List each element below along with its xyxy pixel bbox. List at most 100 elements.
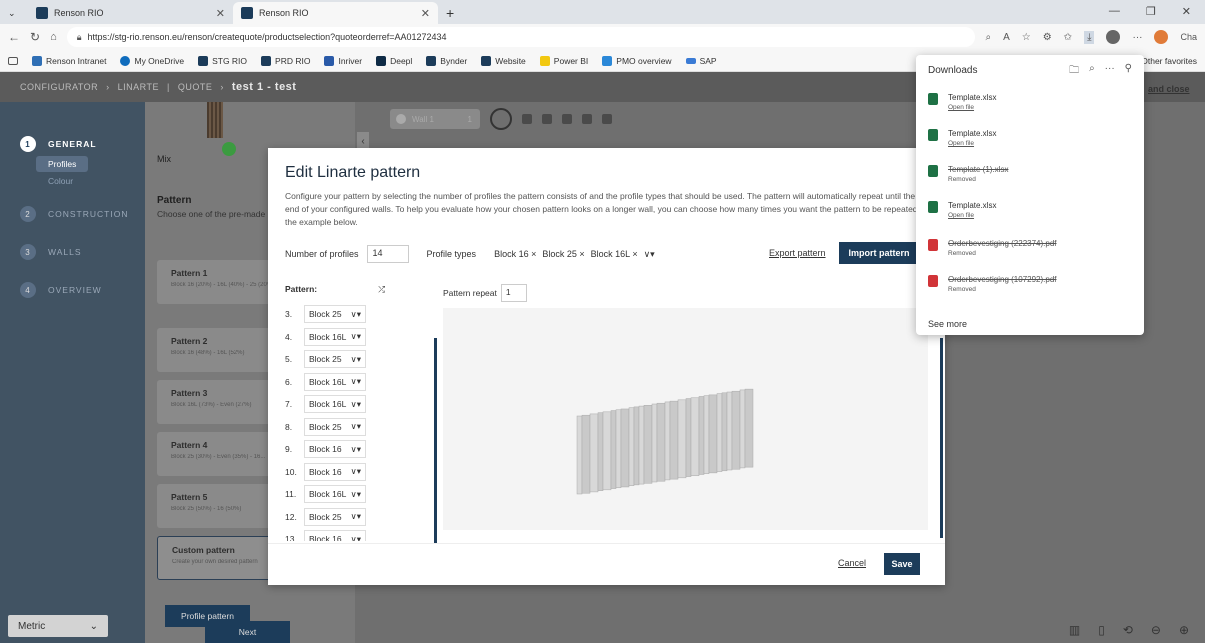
bookmark-renson-intranet[interactable]: Renson Intranet — [32, 55, 106, 66]
bookmark-bynder[interactable]: Bynder — [426, 55, 467, 66]
download-item[interactable]: Template.xlsx Open file — [928, 93, 1128, 111]
export-pattern-link[interactable]: Export pattern — [769, 248, 826, 258]
close-tab-icon[interactable]: ✕ — [216, 7, 225, 20]
cube-view-icon[interactable] — [522, 114, 532, 124]
breadcrumb-linarte[interactable]: LINARTE — [118, 82, 159, 92]
profile-type-select[interactable]: Block 16 ∨▾ — [304, 530, 366, 541]
download-item[interactable]: Template.xlsx Open file — [928, 201, 1128, 219]
browser-tab-active[interactable]: Renson RIO ✕ — [233, 2, 438, 24]
iso-view-icon[interactable] — [602, 114, 612, 124]
sidebar-item-colour[interactable]: Colour — [36, 173, 85, 189]
profile-type-select[interactable]: Block 16L ∨▾ — [304, 372, 366, 391]
url-field[interactable]: 🔒︎ https://stg-rio.renson.eu/renson/crea… — [66, 27, 976, 47]
close-window-icon[interactable]: ✕ — [1182, 5, 1191, 18]
view-3d-icon[interactable] — [490, 108, 512, 130]
bookmark-power-bi[interactable]: Power BI — [539, 55, 588, 66]
zoom-in-icon[interactable]: ⊕ — [1179, 623, 1189, 637]
profile-type-select[interactable]: Block 16L ∨▾ — [304, 327, 366, 346]
profile-types-select[interactable]: Block 16 × Block 25 × Block 16L × ∨▾ — [494, 249, 655, 260]
more-icon[interactable]: ··· — [1132, 32, 1142, 43]
bookmark-inriver[interactable]: Inriver — [324, 55, 362, 66]
copilot-icon[interactable] — [1154, 30, 1169, 44]
save-button[interactable]: Save — [884, 553, 920, 575]
zoom-icon[interactable]: ⌕ — [985, 32, 991, 43]
front-view-icon[interactable] — [542, 114, 552, 124]
profile-type-select[interactable]: Block 16 ∨▾ — [304, 462, 366, 481]
downloads-icon[interactable]: ⤓ — [1084, 30, 1095, 44]
zoom-out-icon[interactable]: ⊖ — [1151, 623, 1161, 637]
more-icon[interactable]: ··· — [1105, 63, 1115, 80]
save-and-close-link[interactable]: and close — [1148, 84, 1190, 94]
profile-avatar[interactable] — [1106, 30, 1121, 44]
see-more-link[interactable]: See more — [928, 319, 967, 329]
download-item[interactable]: Template (1).xlsx Removed — [928, 165, 1128, 183]
profile-type-select[interactable]: Block 25 ∨▾ — [304, 350, 366, 369]
download-item[interactable]: Orderbevestiging (222374).pdf Removed — [928, 239, 1128, 257]
unit-select[interactable]: Metric ⌄ — [8, 615, 108, 637]
chevron-down-icon[interactable]: ∨▾ — [644, 249, 655, 260]
step-construction[interactable]: 2 CONSTRUCTION — [20, 206, 128, 222]
profile-type-chip[interactable]: Block 25 × — [542, 249, 584, 260]
read-aloud-icon[interactable]: A — [1003, 32, 1010, 43]
desc-line: the example below. — [285, 217, 358, 228]
download-status[interactable]: Open file — [948, 104, 996, 111]
profile-type-chip[interactable]: Block 16 × — [494, 249, 536, 260]
restore-icon[interactable]: ❐ — [1146, 5, 1156, 18]
step-general[interactable]: 1 GENERAL — [20, 136, 97, 152]
bookmark-deepl[interactable]: Deepl — [376, 55, 412, 66]
home-icon[interactable]: ⌂ — [50, 31, 57, 43]
bookmark-sap[interactable]: SAP — [685, 56, 717, 66]
download-item[interactable]: Orderbevestiging (107292).pdf Removed — [928, 275, 1128, 293]
new-tab-button[interactable]: + — [438, 2, 462, 24]
scrollbar-right[interactable] — [940, 338, 943, 538]
scrollbar-left[interactable] — [434, 338, 437, 543]
shuffle-icon[interactable]: ⤮ — [378, 284, 385, 295]
num-profiles-input[interactable]: 14 — [366, 245, 409, 263]
step-walls[interactable]: 3 WALLS — [20, 244, 82, 260]
wall-select[interactable]: Wall 1 1 — [390, 109, 480, 129]
favorites-icon[interactable]: ✩ — [1064, 32, 1072, 43]
profile-type-select[interactable]: Block 25 ∨▾ — [304, 507, 366, 526]
pattern-repeat-input[interactable]: 1 — [500, 284, 527, 302]
back-icon[interactable]: ← — [8, 30, 20, 44]
minimize-icon[interactable]: — — [1109, 5, 1120, 18]
intranet-icon — [32, 55, 42, 66]
close-tab-icon[interactable]: ✕ — [421, 7, 430, 20]
profile-type-select[interactable]: Block 25 ∨▾ — [304, 417, 366, 436]
profile-type-select[interactable]: Block 16L ∨▾ — [304, 395, 366, 414]
bookmark-website[interactable]: Website — [481, 55, 526, 66]
bookmark-icon[interactable] — [8, 56, 18, 65]
side-view-icon[interactable] — [562, 114, 572, 124]
favorite-star-icon[interactable]: ☆ — [1022, 32, 1031, 43]
next-button[interactable]: Next — [205, 621, 290, 643]
profile-type-select[interactable]: Block 25 ∨▾ — [304, 305, 366, 324]
sidebar-item-profiles[interactable]: Profiles — [36, 156, 89, 172]
tab-actions-button[interactable]: ⌄ — [0, 2, 28, 24]
search-icon[interactable]: ⌕ — [1089, 63, 1095, 80]
pin-icon[interactable]: ⚲ — [1125, 63, 1132, 80]
bookmark-onedrive[interactable]: My OneDrive — [120, 55, 184, 66]
bookmark-stg-rio[interactable]: STG RIO — [198, 55, 247, 66]
browser-tab[interactable]: Renson RIO ✕ — [28, 2, 233, 24]
extensions-icon[interactable]: ⚙ — [1043, 32, 1052, 43]
download-status[interactable]: Open file — [948, 140, 996, 147]
import-pattern-button[interactable]: Import pattern — [839, 242, 919, 264]
breadcrumb-configurator[interactable]: CONFIGURATOR — [20, 82, 98, 92]
breadcrumb-quote[interactable]: QUOTE — [178, 82, 213, 92]
refresh-icon[interactable]: ↻ — [30, 30, 40, 44]
frame-icon[interactable]: ▯ — [1098, 623, 1105, 637]
profile-type-select[interactable]: Block 16 ∨▾ — [304, 440, 366, 459]
rotate-icon[interactable]: ⟲ — [1123, 623, 1133, 637]
profile-type-select[interactable]: Block 16L ∨▾ — [304, 485, 366, 504]
slat-profile — [656, 402, 666, 482]
step-overview[interactable]: 4 OVERVIEW — [20, 282, 102, 298]
download-item[interactable]: Template.xlsx Open file — [928, 129, 1128, 147]
bookmark-prd-rio[interactable]: PRD RIO — [261, 55, 310, 66]
top-view-icon[interactable] — [582, 114, 592, 124]
ruler-icon[interactable]: ▥ — [1069, 623, 1080, 637]
cancel-link[interactable]: Cancel — [838, 558, 866, 568]
open-folder-icon[interactable]: 🗀︎ — [1069, 63, 1079, 80]
bookmark-pmo-overview[interactable]: PMO overview — [602, 55, 672, 66]
profile-type-chip[interactable]: Block 16L × — [591, 249, 638, 260]
download-status[interactable]: Open file — [948, 212, 996, 219]
